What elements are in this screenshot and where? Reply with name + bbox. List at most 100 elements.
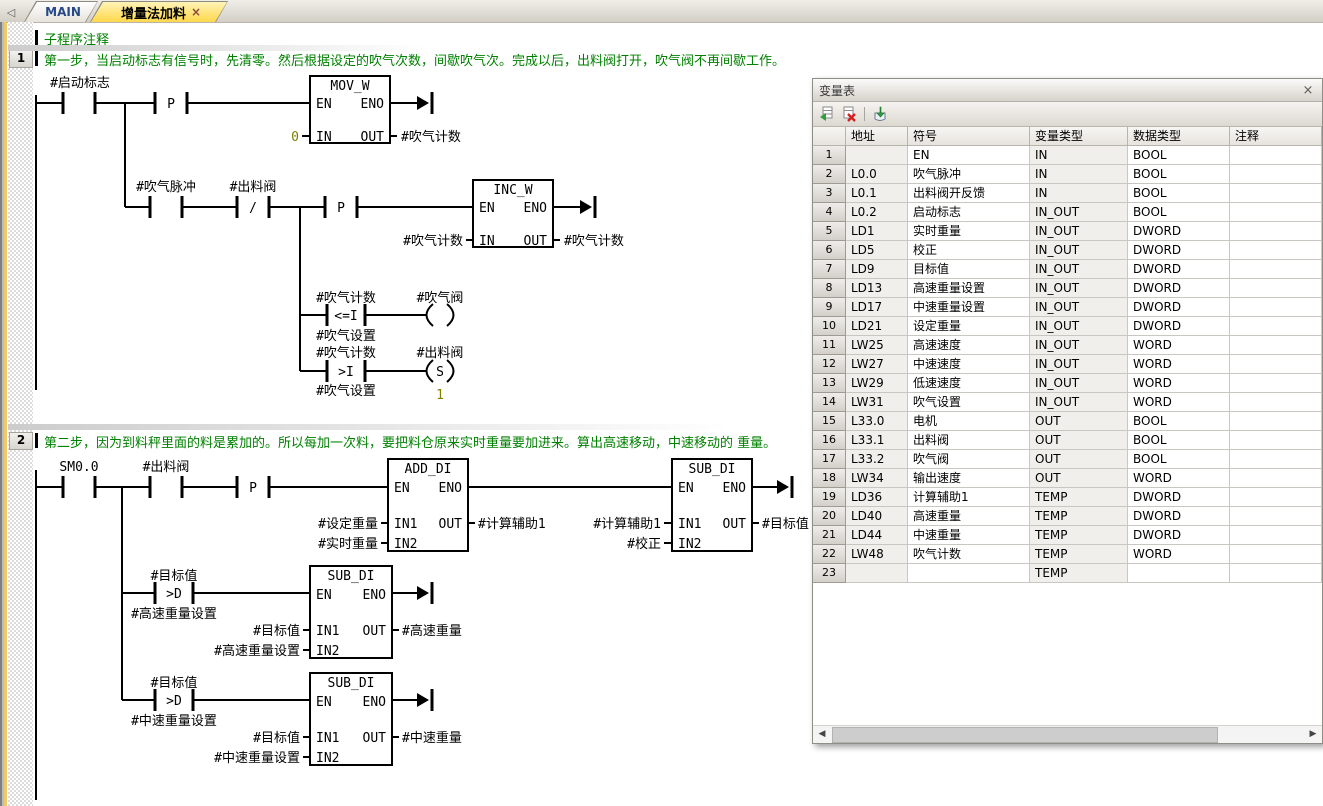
cell-symbol[interactable]: 中速重量 (908, 526, 1030, 545)
edge-contact-p[interactable]: P (237, 476, 269, 498)
cell-vartype[interactable]: OUT (1030, 450, 1128, 469)
cell-vartype[interactable]: IN_OUT (1030, 222, 1128, 241)
operand-in2[interactable]: #高速重量设置 (214, 643, 300, 659)
tab-close-icon[interactable]: × (191, 6, 201, 18)
row-number[interactable]: 7 (813, 260, 846, 279)
cell-address[interactable]: L0.1 (846, 184, 908, 203)
cell-address[interactable] (846, 146, 908, 165)
cell-note[interactable] (1230, 526, 1322, 545)
cell-symbol[interactable]: 高速重量 (908, 507, 1030, 526)
cell-address[interactable]: LD9 (846, 260, 908, 279)
contact-qidongbiaozhi[interactable]: #启动标志 (50, 76, 110, 114)
cell-symbol[interactable]: 出料阀 (908, 431, 1030, 450)
row-number[interactable]: 12 (813, 355, 846, 374)
cell-note[interactable] (1230, 374, 1322, 393)
row-number[interactable]: 15 (813, 412, 846, 431)
cell-vartype[interactable]: TEMP (1030, 564, 1128, 583)
scrollbar-thumb[interactable] (832, 727, 1218, 743)
insert-row-button[interactable] (818, 105, 836, 123)
operand-in1[interactable]: #目标值 (253, 730, 300, 746)
operand-out[interactable]: #吹气计数 (564, 233, 624, 249)
cell-vartype[interactable]: IN_OUT (1030, 393, 1128, 412)
cell-vartype[interactable]: IN_OUT (1030, 203, 1128, 222)
cell-note[interactable] (1230, 564, 1322, 583)
cell-note[interactable] (1230, 146, 1322, 165)
cell-symbol[interactable]: 低速速度 (908, 374, 1030, 393)
cell-symbol[interactable]: 吹气计数 (908, 545, 1030, 564)
cell-address[interactable]: L33.2 (846, 450, 908, 469)
operand-out[interactable]: #吹气计数 (401, 129, 461, 145)
cell-address[interactable]: LD21 (846, 317, 908, 336)
cell-note[interactable] (1230, 279, 1322, 298)
cell-address[interactable]: LD13 (846, 279, 908, 298)
cell-datatype[interactable]: BOOL (1128, 431, 1230, 450)
box-mov-w[interactable]: MOV_W EN ENO IN OUT 0 #吹气计数 (291, 76, 461, 145)
cell-vartype[interactable]: OUT (1030, 431, 1128, 450)
cell-note[interactable] (1230, 260, 1322, 279)
cell-symbol[interactable]: 校正 (908, 241, 1030, 260)
contact-chuliaofa[interactable]: #出料阀 (143, 460, 190, 498)
row-number[interactable]: 18 (813, 469, 846, 488)
cell-vartype[interactable]: IN_OUT (1030, 298, 1128, 317)
horizontal-scrollbar[interactable]: ◀ ▶ (813, 725, 1322, 743)
cell-note[interactable] (1230, 545, 1322, 564)
cell-address[interactable]: LW48 (846, 545, 908, 564)
column-header-vartype[interactable]: 变量类型 (1030, 127, 1128, 146)
cell-note[interactable] (1230, 165, 1322, 184)
cell-vartype[interactable]: IN_OUT (1030, 336, 1128, 355)
cell-datatype[interactable]: BOOL (1128, 146, 1230, 165)
cell-note[interactable] (1230, 488, 1322, 507)
row-number[interactable]: 6 (813, 241, 846, 260)
cell-vartype[interactable]: IN_OUT (1030, 260, 1128, 279)
row-number[interactable]: 8 (813, 279, 846, 298)
column-header-symbol[interactable]: 符号 (908, 127, 1030, 146)
cell-symbol[interactable]: 出料阀开反馈 (908, 184, 1030, 203)
cell-vartype[interactable]: OUT (1030, 412, 1128, 431)
cell-datatype[interactable]: DWORD (1128, 507, 1230, 526)
cell-address[interactable]: LW31 (846, 393, 908, 412)
cell-note[interactable] (1230, 469, 1322, 488)
cell-address[interactable]: LW25 (846, 336, 908, 355)
cell-note[interactable] (1230, 203, 1322, 222)
cell-vartype[interactable]: TEMP (1030, 526, 1128, 545)
cell-note[interactable] (1230, 355, 1322, 374)
cell-note[interactable] (1230, 431, 1322, 450)
cell-address[interactable]: LD17 (846, 298, 908, 317)
scroll-left-icon[interactable]: ◀ (814, 727, 830, 741)
contact-nc-chuliaofa[interactable]: / #出料阀 (230, 180, 277, 218)
cell-address[interactable]: L0.0 (846, 165, 908, 184)
cell-note[interactable] (1230, 393, 1322, 412)
cell-datatype[interactable]: DWORD (1128, 298, 1230, 317)
row-number[interactable]: 9 (813, 298, 846, 317)
operand-in2[interactable]: #实时重量 (318, 536, 378, 552)
cell-address[interactable]: LW27 (846, 355, 908, 374)
cell-datatype[interactable]: WORD (1128, 545, 1230, 564)
cell-address[interactable]: LW29 (846, 374, 908, 393)
cell-datatype[interactable]: BOOL (1128, 203, 1230, 222)
cell-symbol[interactable]: 高速重量设置 (908, 279, 1030, 298)
cell-symbol[interactable]: 设定重量 (908, 317, 1030, 336)
coil-chuiqifa[interactable]: #吹气阀 (417, 290, 464, 326)
compare-contact-gtd-high[interactable]: >D #目标值 #高速重量设置 (131, 568, 217, 622)
cell-symbol[interactable]: 吹气脉冲 (908, 165, 1030, 184)
cell-note[interactable] (1230, 222, 1322, 241)
cell-note[interactable] (1230, 336, 1322, 355)
compare-contact-leq[interactable]: <=I #吹气计数 #吹气设置 (316, 290, 376, 344)
cell-address[interactable]: L33.0 (846, 412, 908, 431)
box-sub-di-high[interactable]: SUB_DI EN ENO IN1 IN2 OUT #目标值 #高速重量设置 #… (214, 566, 462, 659)
operand-out[interactable]: #目标值 (762, 516, 809, 532)
cell-vartype[interactable]: IN (1030, 184, 1128, 203)
cell-symbol[interactable]: 高速速度 (908, 336, 1030, 355)
cell-address[interactable] (846, 564, 908, 583)
coil-set-chuliaofa[interactable]: S #出料阀 1 (417, 346, 464, 403)
box-sub-di-mid[interactable]: SUB_DI EN ENO IN1 IN2 OUT #目标值 #中速重量设置 #… (214, 673, 462, 766)
tab-zengliangfa-jialiao[interactable]: 增量法加料 × (90, 1, 228, 22)
cell-datatype[interactable]: WORD (1128, 469, 1230, 488)
operand-out[interactable]: #高速重量 (402, 623, 462, 639)
compare-contact-gtd-mid[interactable]: >D #目标值 #中速重量设置 (131, 675, 217, 729)
box-inc-w[interactable]: INC_W EN ENO IN OUT #吹气计数 #吹气计数 (403, 180, 624, 249)
operand-in2[interactable]: #校正 (627, 536, 661, 552)
row-number[interactable]: 21 (813, 526, 846, 545)
cell-symbol[interactable]: 中速重量设置 (908, 298, 1030, 317)
row-number[interactable]: 22 (813, 545, 846, 564)
